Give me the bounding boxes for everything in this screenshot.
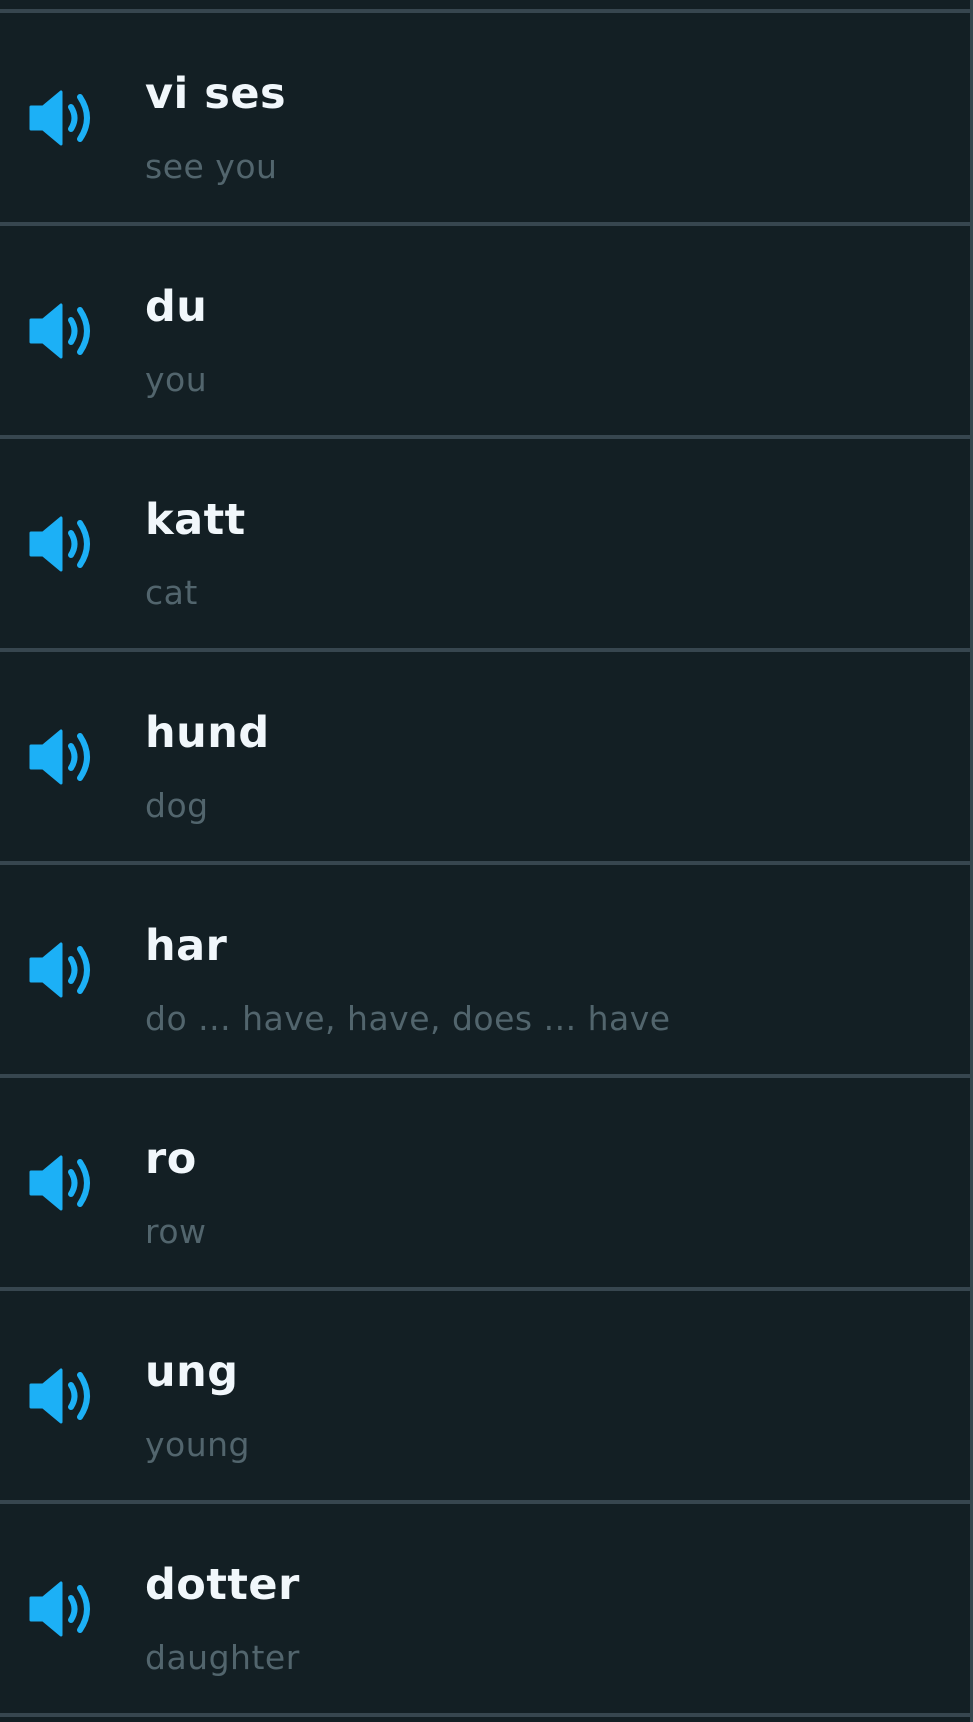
word-translation: daughter bbox=[145, 1638, 300, 1677]
word-row[interactable]: du you bbox=[0, 226, 970, 439]
word-text: har bbox=[145, 921, 228, 971]
word-translation: young bbox=[145, 1425, 250, 1464]
word-text: vi ses bbox=[145, 69, 287, 119]
word-row[interactable]: ro row bbox=[0, 1078, 970, 1291]
word-translation: see you bbox=[145, 147, 278, 186]
word-text: dotter bbox=[145, 1560, 300, 1610]
word-row[interactable]: katt cat bbox=[0, 439, 970, 652]
word-row[interactable]: ung young bbox=[0, 1291, 970, 1504]
speaker-icon[interactable] bbox=[28, 1577, 100, 1641]
word-row[interactable]: hund dog bbox=[0, 652, 970, 865]
word-text: du bbox=[145, 282, 208, 332]
word-text: katt bbox=[145, 495, 246, 545]
word-translation: you bbox=[145, 360, 208, 399]
speaker-icon[interactable] bbox=[28, 1151, 100, 1215]
word-translation: cat bbox=[145, 573, 198, 612]
divider bbox=[0, 0, 970, 13]
word-translation: dog bbox=[145, 786, 209, 825]
word-text: ro bbox=[145, 1134, 197, 1184]
word-list: vi ses see you du you katt cat hund dog … bbox=[0, 0, 973, 1722]
speaker-icon[interactable] bbox=[28, 86, 100, 150]
word-row[interactable]: har do ... have, have, does ... have bbox=[0, 865, 970, 1078]
word-translation: row bbox=[145, 1212, 207, 1251]
speaker-icon[interactable] bbox=[28, 1364, 100, 1428]
speaker-icon[interactable] bbox=[28, 299, 100, 363]
speaker-icon[interactable] bbox=[28, 725, 100, 789]
word-text: ung bbox=[145, 1347, 239, 1397]
word-row[interactable]: dotter daughter bbox=[0, 1504, 970, 1717]
word-text: hund bbox=[145, 708, 270, 758]
speaker-icon[interactable] bbox=[28, 512, 100, 576]
word-row[interactable]: vi ses see you bbox=[0, 13, 970, 226]
word-translation: do ... have, have, does ... have bbox=[145, 999, 671, 1038]
speaker-icon[interactable] bbox=[28, 938, 100, 1002]
